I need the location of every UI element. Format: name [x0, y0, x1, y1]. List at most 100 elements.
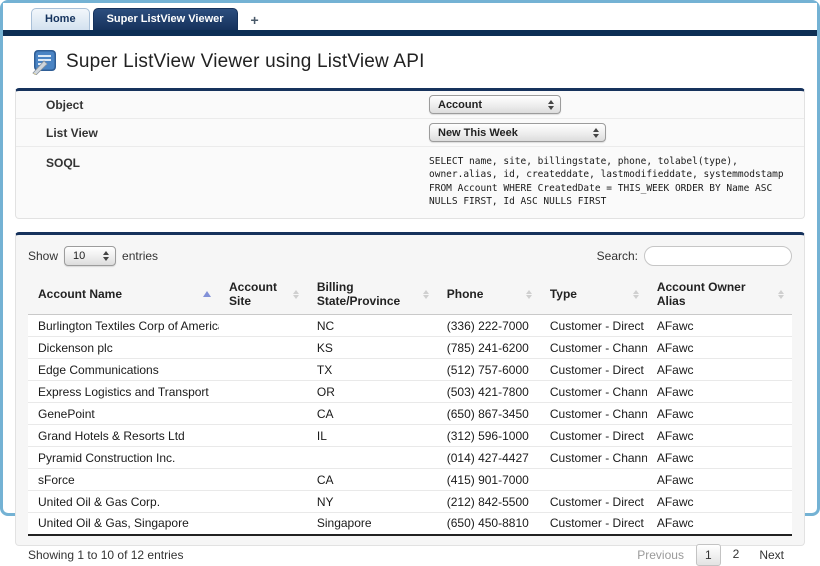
table-cell: United Oil & Gas Corp. [28, 490, 219, 514]
table-cell: (212) 842-5500 [436, 490, 540, 514]
column-header[interactable]: Phone [436, 274, 540, 316]
table-cell: AFawc [646, 446, 792, 470]
table-cell: AFawc [646, 468, 792, 492]
table-cell: Edge Communications [28, 358, 219, 382]
table-row[interactable]: Pyramid Construction Inc. (014) 427-4427 C… [28, 446, 792, 470]
next-page-button[interactable]: Next [751, 544, 792, 566]
listview-table: Account Name Account Site Billing State/Pr… [28, 274, 792, 536]
sort-both-icon [422, 289, 429, 299]
table-cell [219, 314, 307, 338]
table-cell: Express Logistics and Transport [28, 380, 219, 404]
title-bar: Super ListView Viewer using ListView API [3, 36, 817, 88]
table-cell: AFawc [646, 424, 792, 448]
column-header[interactable]: Account Site [219, 274, 307, 316]
column-header[interactable]: Billing State/Province [306, 274, 437, 316]
table-cell: (512) 757-6000 [436, 358, 540, 382]
tab-home[interactable]: Home [31, 8, 90, 30]
length-control: Show 10 entries [28, 246, 158, 267]
search-control: Search: [596, 246, 792, 267]
table-cell: Dickenson plc [28, 336, 219, 360]
table-cell: GenePoint [28, 402, 219, 426]
object-select[interactable]: Account [429, 95, 561, 114]
table-row[interactable]: Dickenson plc KS (785) 241-6200 Customer - … [28, 336, 792, 360]
column-header-label: Type [549, 287, 577, 302]
results-panel: Show 10 entries Search: Account Name Acco… [15, 232, 805, 566]
pagination: Previous 12 Next [629, 543, 792, 566]
search-label: Search: [596, 249, 638, 264]
table-cell: (503) 421-7800 [436, 380, 540, 404]
table-row[interactable]: Burlington Textiles Corp of America NC (33… [28, 314, 792, 338]
tab-bar: Home Super ListView Viewer + [3, 3, 817, 30]
listview-select[interactable]: New This Week [429, 123, 606, 142]
table-cell: KS [306, 336, 437, 360]
new-tab-button[interactable]: + [241, 10, 269, 30]
table-cell: NC [306, 314, 437, 338]
table-cell: sForce [28, 468, 219, 492]
soql-row: SOQL SELECT name, site, billingstate, ph… [16, 147, 804, 218]
listview-row: List View New This Week [16, 119, 804, 147]
table-header-row: Account Name Account Site Billing State/Pr… [28, 274, 792, 316]
tab-super-listview-viewer[interactable]: Super ListView Viewer [92, 8, 238, 30]
listview-select-value: New This Week [438, 126, 518, 139]
table-cell [219, 490, 307, 514]
table-cell: AFawc [646, 314, 792, 338]
page-size-select[interactable]: 10 [64, 246, 117, 267]
table-footer: Showing 1 to 10 of 12 entries Previous 1… [26, 536, 794, 566]
table-cell: Customer - Direct [539, 490, 647, 514]
column-header[interactable]: Account Name [28, 274, 219, 316]
page-number-button[interactable]: 2 [725, 544, 748, 566]
query-form-panel: Object Account List View New This Week S… [15, 88, 805, 220]
column-header-label: Account Name [38, 287, 123, 302]
table-cell [219, 380, 307, 404]
table-row[interactable]: Grand Hotels & Resorts Ltd IL (312) 596-10… [28, 424, 792, 448]
object-select-value: Account [438, 98, 482, 111]
table-cell: Customer - Channel [539, 380, 647, 404]
search-input[interactable] [644, 246, 792, 267]
table-cell: Customer - Channel [539, 446, 647, 470]
page-size-value: 10 [73, 250, 86, 263]
soql-label: SOQL [46, 156, 81, 170]
table-cell: AFawc [646, 490, 792, 514]
table-cell [539, 468, 647, 492]
table-cell [219, 424, 307, 448]
table-cell [306, 446, 437, 470]
previous-page-button[interactable]: Previous [629, 544, 692, 566]
column-header[interactable]: Type [539, 274, 647, 316]
show-label: Show [28, 249, 59, 264]
table-row[interactable]: GenePoint CA (650) 867-3450 Customer - Chan… [28, 402, 792, 426]
table-cell [219, 446, 307, 470]
table-cell [219, 336, 307, 360]
table-row[interactable]: United Oil & Gas Corp. NY (212) 842-5500 Cu… [28, 490, 792, 514]
table-cell: Customer - Direct [539, 358, 647, 382]
table-cell: AFawc [646, 336, 792, 360]
pagination-pages: 12 [695, 543, 748, 566]
page-number-button[interactable]: 1 [695, 543, 721, 566]
table-row[interactable]: Edge Communications TX (512) 757-6000 Custo… [28, 358, 792, 382]
table-cell: TX [306, 358, 437, 382]
listview-label: List View [46, 125, 98, 140]
table-cell: Customer - Direct [539, 314, 647, 338]
table-cell: CA [306, 468, 437, 492]
table-info: Showing 1 to 10 of 12 entries [28, 547, 184, 562]
table-cell [219, 468, 307, 492]
select-stepper-icon [103, 251, 110, 262]
select-stepper-icon [548, 99, 554, 110]
sort-both-icon [292, 289, 299, 299]
column-header-label: Account Site [229, 280, 277, 309]
column-header-label: Account Owner Alias [656, 280, 746, 309]
soql-query-text: SELECT name, site, billingstate, phone, … [429, 156, 790, 207]
sort-both-icon [632, 289, 639, 299]
table-cell: OR [306, 380, 437, 404]
table-cell: (785) 241-6200 [436, 336, 540, 360]
table-cell: Customer - Channel [539, 402, 647, 426]
sort-ascending-icon [203, 291, 211, 298]
table-cell: (014) 427-4427 [436, 446, 540, 470]
table-cell [219, 358, 307, 382]
column-header[interactable]: Account Owner Alias [646, 274, 792, 316]
table-row[interactable]: Express Logistics and Transport OR (503) 4… [28, 380, 792, 404]
table-row[interactable]: sForce CA (415) 901-7000 AFawc [28, 468, 792, 492]
table-cell: (312) 596-1000 [436, 424, 540, 448]
table-cell: (336) 222-7000 [436, 314, 540, 338]
listview-app-icon [31, 49, 57, 76]
table-cell: Customer - Channel [539, 336, 647, 360]
